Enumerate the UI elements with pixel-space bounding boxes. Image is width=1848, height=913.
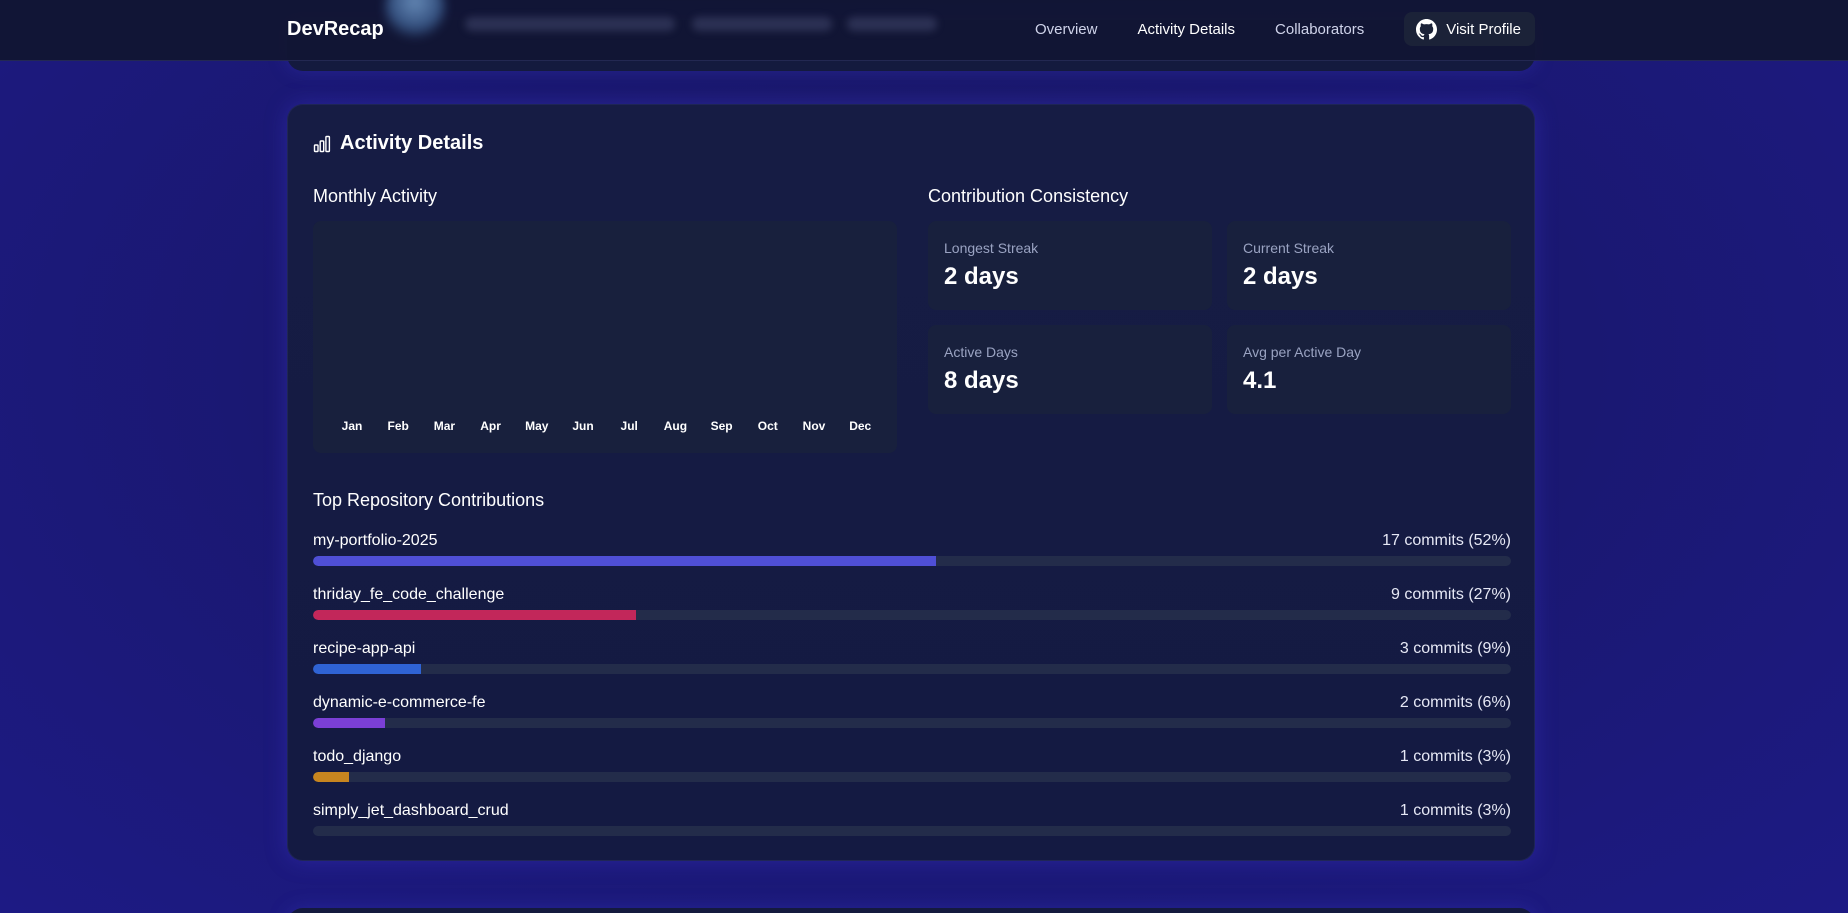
stat-value: 8 days — [944, 367, 1019, 394]
repo-row: todo_django 1 commits (3%) — [313, 748, 1511, 788]
blurred-profile-text — [847, 17, 937, 31]
repo-name: todo_django — [313, 748, 402, 765]
progress-track — [313, 718, 1511, 728]
consistency-title: Contribution Consistency — [928, 186, 1129, 206]
nav-link-collaborators[interactable]: Collaborators — [1275, 21, 1364, 38]
month-tick-label: Oct — [758, 419, 778, 433]
repo-commit-count: 17 commits (52%) — [1382, 532, 1511, 549]
visit-profile-button[interactable]: Visit Profile — [1404, 12, 1535, 46]
progress-fill — [313, 556, 936, 566]
stat-label: Longest Streak — [944, 240, 1039, 256]
blurred-profile-text — [465, 17, 675, 31]
repo-row: simply_jet_dashboard_crud 1 commits (3%) — [313, 802, 1511, 842]
repo-row: recipe-app-api 3 commits (9%) — [313, 640, 1511, 680]
repo-row: dynamic-e-commerce-fe 2 commits (6%) — [313, 694, 1511, 734]
top-navbar: DevRecap Overview Activity Details Colla… — [0, 0, 1848, 61]
stat-label: Avg per Active Day — [1243, 344, 1362, 360]
nav-link-activity-details[interactable]: Activity Details — [1137, 21, 1235, 38]
stat-card-active-days: Active Days 8 days — [928, 325, 1212, 414]
progress-track — [313, 772, 1511, 782]
top-repos-title: Top Repository Contributions — [313, 490, 545, 510]
month-tick-label: May — [525, 419, 549, 433]
monthly-activity-title: Monthly Activity — [313, 186, 438, 206]
repo-name: recipe-app-api — [313, 640, 416, 657]
card-title: Activity Details — [313, 132, 483, 155]
repo-commit-count: 1 commits (3%) — [1399, 802, 1511, 819]
nav-link-overview[interactable]: Overview — [1035, 21, 1098, 38]
repo-name: my-portfolio-2025 — [313, 532, 438, 549]
next-section-card — [287, 908, 1535, 913]
progress-fill — [313, 718, 385, 728]
progress-track — [313, 826, 1511, 836]
repo-row: thriday_fe_code_challenge 9 commits (27%… — [313, 586, 1511, 626]
repo-name: thriday_fe_code_challenge — [313, 586, 505, 603]
month-tick-label: Sep — [711, 419, 733, 433]
progress-fill — [313, 772, 349, 782]
month-tick-label: Mar — [434, 419, 456, 433]
page: DevRecap Overview Activity Details Colla… — [0, 0, 1848, 913]
month-tick-label: Jul — [621, 419, 638, 433]
brand-logo[interactable]: DevRecap — [287, 18, 384, 41]
month-tick-label: Jun — [572, 419, 593, 433]
blurred-profile-text — [692, 17, 832, 31]
navbar-inner: DevRecap Overview Activity Details Colla… — [287, 0, 1535, 61]
progress-track — [313, 610, 1511, 620]
month-tick-label: Jan — [342, 419, 363, 433]
stat-card-current-streak: Current Streak 2 days — [1227, 221, 1511, 310]
monthly-activity-chart: Jan Feb Mar Apr May Jun Jul Aug Sep Oct Nov Dec — [313, 221, 897, 453]
repo-name: simply_jet_dashboard_crud — [313, 802, 509, 819]
blurred-avatar — [385, 0, 445, 38]
stat-value: 2 days — [944, 263, 1019, 290]
github-icon — [1416, 18, 1438, 39]
progress-track — [313, 664, 1511, 674]
stat-card-longest-streak: Longest Streak 2 days — [928, 221, 1212, 310]
month-tick-label: Feb — [388, 419, 409, 433]
repo-commit-count: 2 commits (6%) — [1399, 694, 1511, 711]
bar-chart-icon — [313, 135, 331, 152]
stat-card-avg-per-active-day: Avg per Active Day 4.1 — [1227, 325, 1511, 414]
repo-commit-count: 9 commits (27%) — [1390, 586, 1511, 603]
month-tick-label: Dec — [849, 419, 871, 433]
activity-details-card: Activity Details Monthly Activity Jan Feb… — [287, 104, 1535, 861]
progress-track — [313, 556, 1511, 566]
repo-commit-count: 3 commits (9%) — [1399, 640, 1511, 657]
stat-label: Active Days — [944, 344, 1018, 360]
nav-links: Overview Activity Details Collaborators … — [1035, 12, 1535, 46]
stat-label: Current Streak — [1243, 240, 1335, 256]
month-tick-label: Nov — [803, 419, 826, 433]
month-tick-label: Apr — [480, 419, 501, 433]
month-axis: Jan Feb Mar Apr May Jun Jul Aug Sep Oct Nov Dec — [342, 419, 872, 433]
visit-profile-label: Visit Profile — [1446, 20, 1521, 38]
progress-fill — [313, 610, 637, 620]
repo-name: dynamic-e-commerce-fe — [313, 694, 486, 711]
stat-value: 4.1 — [1243, 367, 1277, 394]
repo-commit-count: 1 commits (3%) — [1399, 748, 1511, 765]
stat-value: 2 days — [1243, 263, 1318, 290]
card-title-text: Activity Details — [340, 132, 484, 154]
repo-row: my-portfolio-2025 17 commits (52%) — [313, 532, 1511, 572]
progress-fill — [313, 664, 421, 674]
month-tick-label: Aug — [664, 419, 687, 433]
